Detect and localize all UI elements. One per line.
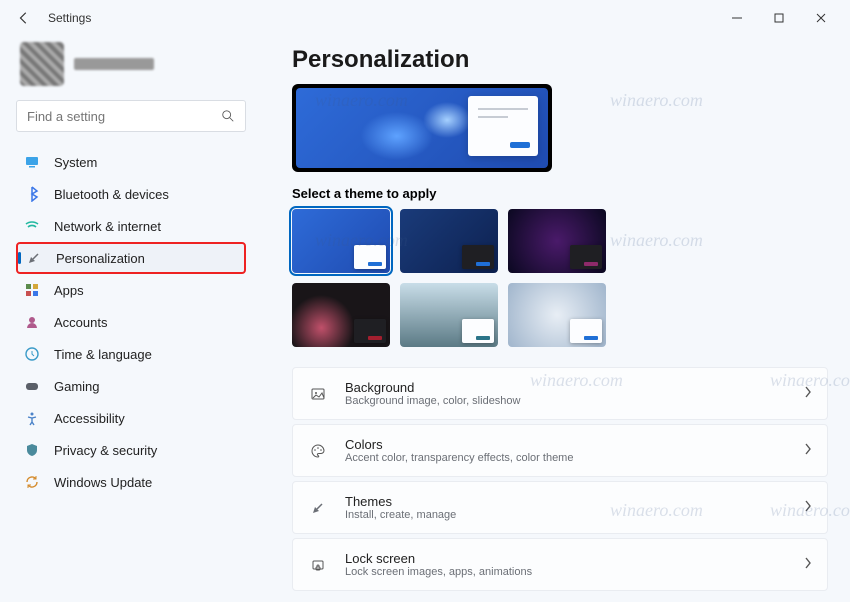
setting-card-lock-screen[interactable]: Lock screenLock screen images, apps, ani…	[292, 538, 828, 591]
card-desc: Background image, color, slideshow	[345, 395, 787, 407]
theme-tile-1[interactable]	[292, 209, 390, 273]
card-title: Themes	[345, 494, 787, 509]
sidebar-item-label: Bluetooth & devices	[54, 187, 169, 202]
avatar	[20, 42, 64, 86]
system-icon	[24, 154, 40, 170]
sidebar-item-gaming[interactable]: Gaming	[16, 370, 246, 402]
sidebar-item-windows-update[interactable]: Windows Update	[16, 466, 246, 498]
sidebar-item-accessibility[interactable]: Accessibility	[16, 402, 246, 434]
sidebar-item-network-internet[interactable]: Network & internet	[16, 210, 246, 242]
user-profile[interactable]	[20, 42, 246, 86]
sidebar-item-label: Personalization	[56, 251, 145, 266]
desktop-preview	[292, 84, 552, 172]
theme-accent	[584, 336, 598, 340]
card-desc: Accent color, transparency effects, colo…	[345, 452, 787, 464]
accounts-icon	[24, 314, 40, 330]
sidebar-item-label: Privacy & security	[54, 443, 157, 458]
setting-card-colors[interactable]: ColorsAccent color, transparency effects…	[292, 424, 828, 477]
maximize-button[interactable]	[758, 3, 800, 33]
sidebar-item-bluetooth-devices[interactable]: Bluetooth & devices	[16, 178, 246, 210]
main-content: Personalization Select a theme to apply …	[258, 36, 850, 602]
brush-icon	[26, 250, 42, 266]
chevron-right-icon	[803, 443, 813, 458]
card-desc: Lock screen images, apps, animations	[345, 566, 787, 578]
sidebar-item-label: Accessibility	[54, 411, 125, 426]
sidebar-item-personalization[interactable]: Personalization	[16, 242, 246, 274]
theme-accent	[368, 336, 382, 340]
sidebar-item-label: Windows Update	[54, 475, 152, 490]
theme-select-label: Select a theme to apply	[292, 186, 828, 201]
chevron-right-icon	[803, 386, 813, 401]
theme-tile-2[interactable]	[400, 209, 498, 273]
theme-grid	[292, 209, 828, 347]
minimize-button[interactable]	[716, 3, 758, 33]
sidebar: System Bluetooth & devices Network & inter…	[0, 36, 258, 602]
titlebar: Settings	[0, 0, 850, 36]
brush-icon	[307, 497, 329, 519]
theme-tile-6[interactable]	[508, 283, 606, 347]
sidebar-item-label: Network & internet	[54, 219, 161, 234]
sidebar-item-label: System	[54, 155, 97, 170]
card-title: Background	[345, 380, 787, 395]
image-icon	[307, 383, 329, 405]
sidebar-item-system[interactable]: System	[16, 146, 246, 178]
card-title: Lock screen	[345, 551, 787, 566]
sidebar-item-label: Apps	[54, 283, 84, 298]
gaming-icon	[24, 378, 40, 394]
wifi-icon	[24, 218, 40, 234]
card-title: Colors	[345, 437, 787, 452]
user-name	[74, 58, 154, 70]
chevron-right-icon	[803, 500, 813, 515]
sidebar-item-label: Accounts	[54, 315, 107, 330]
sidebar-item-privacy-security[interactable]: Privacy & security	[16, 434, 246, 466]
bluetooth-icon	[24, 186, 40, 202]
search-box[interactable]	[16, 100, 246, 132]
accessibility-icon	[24, 410, 40, 426]
setting-card-background[interactable]: BackgroundBackground image, color, slide…	[292, 367, 828, 420]
theme-accent	[476, 336, 490, 340]
update-icon	[24, 474, 40, 490]
sidebar-item-time-language[interactable]: Time & language	[16, 338, 246, 370]
apps-icon	[24, 282, 40, 298]
back-button[interactable]	[8, 2, 40, 34]
privacy-icon	[24, 442, 40, 458]
chevron-right-icon	[803, 557, 813, 572]
theme-accent	[584, 262, 598, 266]
theme-tile-5[interactable]	[400, 283, 498, 347]
setting-card-themes[interactable]: ThemesInstall, create, manage	[292, 481, 828, 534]
page-title: Personalization	[292, 46, 828, 74]
preview-window	[468, 96, 538, 156]
theme-tile-3[interactable]	[508, 209, 606, 273]
palette-icon	[307, 440, 329, 462]
theme-accent	[476, 262, 490, 266]
sidebar-item-label: Time & language	[54, 347, 152, 362]
search-icon	[221, 109, 235, 123]
search-input[interactable]	[27, 109, 221, 124]
sidebar-item-accounts[interactable]: Accounts	[16, 306, 246, 338]
close-button[interactable]	[800, 3, 842, 33]
lock-icon	[307, 554, 329, 576]
sidebar-item-apps[interactable]: Apps	[16, 274, 246, 306]
sidebar-item-label: Gaming	[54, 379, 100, 394]
theme-accent	[368, 262, 382, 266]
window-title: Settings	[48, 11, 91, 25]
card-desc: Install, create, manage	[345, 509, 787, 521]
theme-tile-4[interactable]	[292, 283, 390, 347]
time-icon	[24, 346, 40, 362]
